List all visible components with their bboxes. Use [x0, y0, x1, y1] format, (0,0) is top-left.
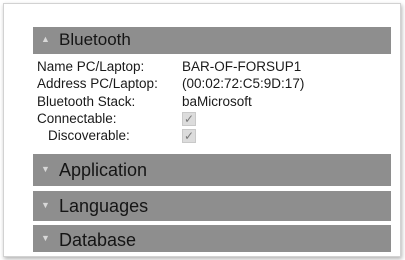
address-value: (00:02:72:C5:9D:17): [182, 76, 305, 91]
discoverable-label: Discoverable:: [48, 128, 130, 143]
section-header-application[interactable]: ▼ Application: [33, 154, 391, 186]
section-title: Bluetooth: [59, 30, 131, 49]
section-header-languages[interactable]: ▼ Languages: [33, 191, 391, 221]
stack-label: Bluetooth Stack:: [37, 94, 136, 109]
discoverable-checkbox[interactable]: ✓: [182, 129, 196, 143]
section-title: Languages: [59, 196, 149, 216]
chevron-down-icon: ▼: [41, 200, 50, 210]
chevron-down-icon: ▼: [41, 164, 50, 174]
chevron-up-icon: ▲: [41, 34, 50, 44]
name-label: Name PC/Laptop:: [37, 59, 145, 74]
section-title: Application: [59, 160, 148, 180]
section-title: Database: [59, 230, 137, 250]
connectable-checkbox[interactable]: ✓: [182, 112, 196, 126]
section-header-database[interactable]: ▼ Database: [33, 225, 391, 252]
settings-panel: ▲ Bluetooth Name PC/Laptop: BAR-OF-FORSU…: [3, 3, 401, 257]
connectable-label: Connectable:: [37, 111, 117, 126]
section-header-bluetooth[interactable]: ▲ Bluetooth: [33, 27, 391, 54]
address-label: Address PC/Laptop:: [37, 76, 158, 91]
stack-value: baMicrosoft: [182, 94, 252, 109]
name-value: BAR-OF-FORSUP1: [182, 59, 302, 74]
chevron-down-icon: ▼: [41, 233, 50, 243]
